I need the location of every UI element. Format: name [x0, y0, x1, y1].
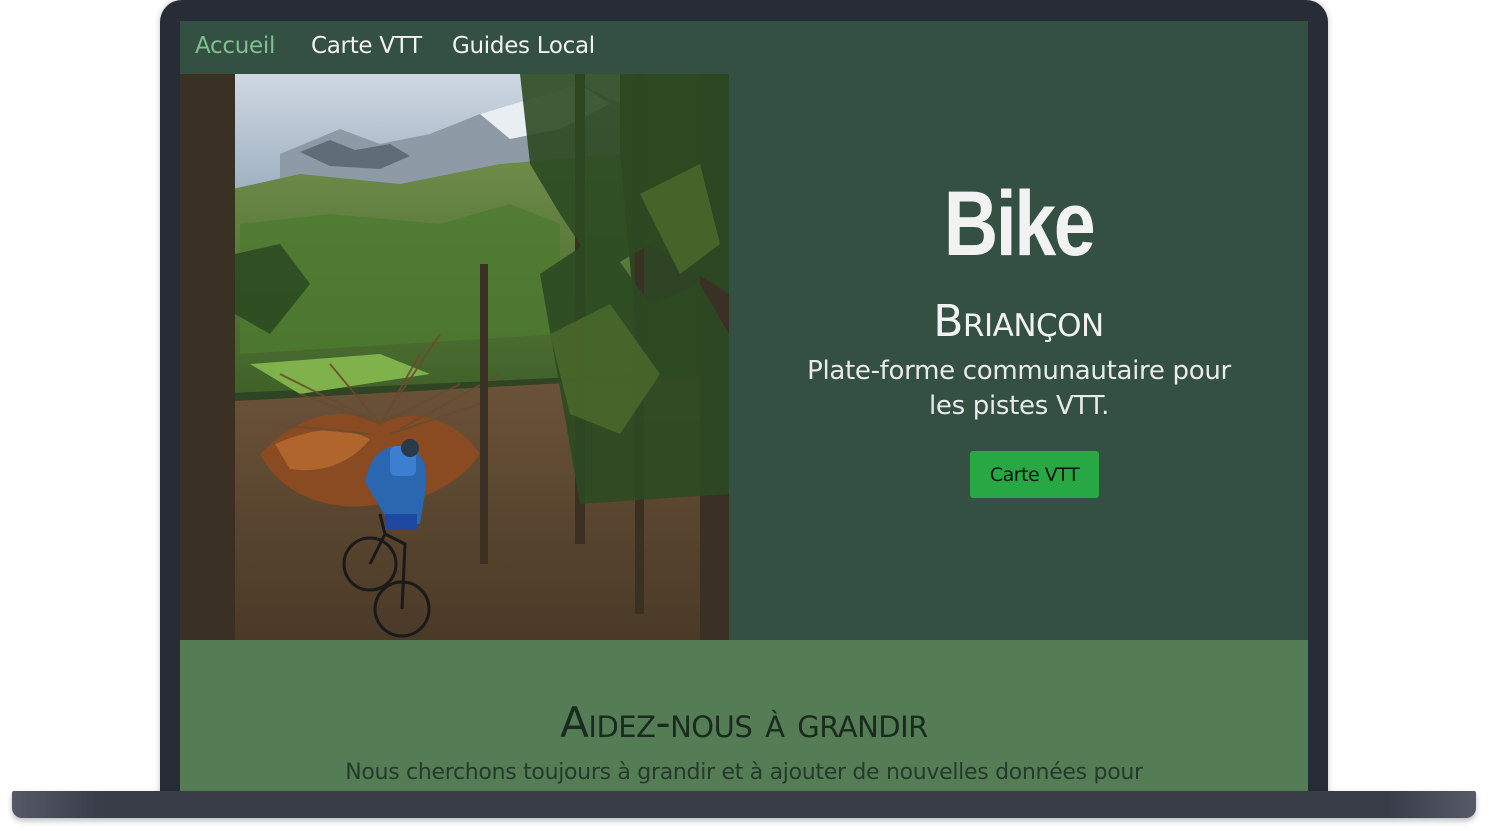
laptop-screen: Accueil Carte VTT Guides Local Bike Bria…: [180, 21, 1308, 791]
nav-item-guides-local[interactable]: Guides Local: [452, 33, 595, 59]
nav-item-carte-vtt[interactable]: Carte VTT: [311, 33, 422, 59]
mountain-biker-forest-photo: [180, 74, 729, 640]
navbar: Accueil Carte VTT Guides Local: [180, 21, 1308, 74]
carte-vtt-button[interactable]: Carte VTT: [970, 451, 1099, 498]
hero-content: Bike Briançon Plate-forme communautaire …: [729, 74, 1308, 640]
hero-photo: [180, 74, 729, 640]
brand-title: Bike: [943, 173, 1096, 275]
city-subtitle: Briançon: [933, 296, 1104, 347]
nav-item-accueil[interactable]: Accueil: [195, 33, 275, 59]
laptop-base: [12, 791, 1476, 818]
section-title: Aidez-nous à grandir: [560, 698, 928, 747]
hero-tagline: Plate-forme communautaire pour les piste…: [807, 356, 1231, 421]
help-us-grow-section: Aidez-nous à grandir Nous cherchons touj…: [180, 640, 1308, 791]
section-text: Nous cherchons toujours à grandir et à a…: [345, 760, 1143, 785]
